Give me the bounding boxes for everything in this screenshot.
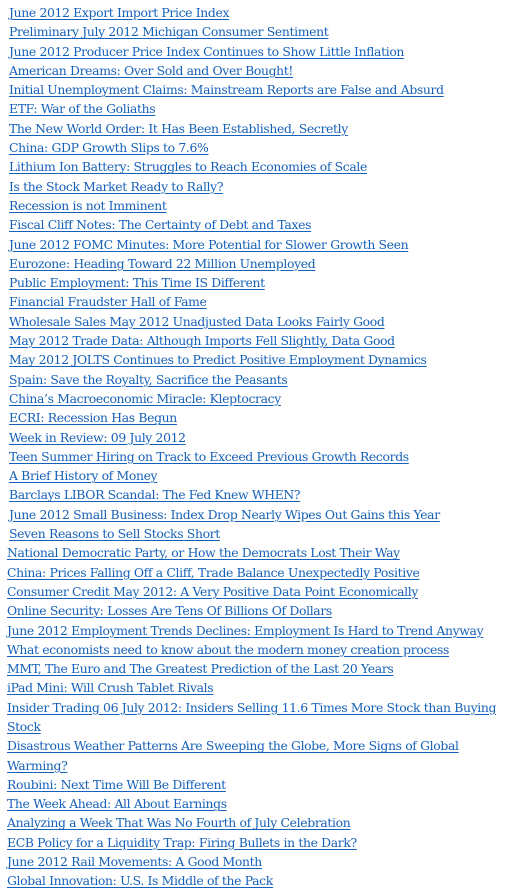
article-link[interactable]: June 2012 FOMC Minutes: More Potential f… — [9, 237, 409, 252]
list-item: ETF: War of the Goliaths — [0, 99, 515, 118]
article-link[interactable]: Teen Summer Hiring on Track to Exceed Pr… — [9, 449, 409, 464]
article-link[interactable]: Is the Stock Market Ready to Rally? — [9, 179, 223, 194]
list-item: American Dreams: Over Sold and Over Boug… — [0, 61, 515, 80]
list-item: Consumer Credit May 2012: A Very Positiv… — [0, 582, 515, 601]
list-item: Teen Summer Hiring on Track to Exceed Pr… — [0, 447, 515, 466]
list-item: ECRI: Recession Has Begun — [0, 408, 515, 427]
article-link[interactable]: China’s Macroeconomic Miracle: Kleptocra… — [9, 391, 281, 406]
list-item: Financial Fraudster Hall of Fame — [0, 292, 515, 311]
article-link[interactable]: Week in Review: 09 July 2012 — [9, 430, 186, 445]
list-item: Global Innovation: U.S. Is Middle of the… — [0, 871, 515, 890]
article-link[interactable]: June 2012 Export Import Price Index — [9, 5, 229, 20]
article-link[interactable]: Disastrous Weather Patterns Are Sweeping… — [7, 738, 459, 772]
list-item: Seven Reasons to Sell Stocks Short — [0, 524, 515, 543]
list-item: National Democratic Party, or How the De… — [0, 543, 515, 562]
article-link[interactable]: ECB Policy for a Liquidity Trap: Firing … — [7, 835, 357, 850]
list-item: China: Prices Falling Off a Cliff, Trade… — [0, 563, 515, 582]
list-item: Eurozone: Heading Toward 22 Million Unem… — [0, 254, 515, 273]
list-item: Online Security: Losses Are Tens Of Bill… — [0, 601, 515, 620]
list-item: China: GDP Growth Slips to 7.6% — [0, 138, 515, 157]
list-item: Spain: Save the Royalty, Sacrifice the P… — [0, 370, 515, 389]
list-item: Preliminary July 2012 Michigan Consumer … — [0, 22, 515, 41]
article-link[interactable]: June 2012 Producer Price Index Continues… — [9, 44, 404, 59]
article-link[interactable]: Fiscal Cliff Notes: The Certainty of Deb… — [9, 217, 311, 232]
article-link[interactable]: A Brief History of Money — [9, 468, 158, 483]
article-link[interactable]: Insider Trading 06 July 2012: Insiders S… — [7, 700, 496, 734]
list-item: Public Employment: This Time IS Differen… — [0, 273, 515, 292]
list-item: Insider Trading 06 July 2012: Insiders S… — [0, 698, 515, 737]
article-link[interactable]: Financial Fraudster Hall of Fame — [9, 294, 207, 309]
list-item: China’s Macroeconomic Miracle: Kleptocra… — [0, 389, 515, 408]
article-link[interactable]: June 2012 Small Business: Index Drop Nea… — [9, 507, 440, 522]
list-item: ECB Policy for a Liquidity Trap: Firing … — [0, 833, 515, 852]
article-link[interactable]: Wholesale Sales May 2012 Unadjusted Data… — [9, 314, 385, 329]
article-link[interactable]: MMT, The Euro and The Greatest Predictio… — [7, 661, 394, 676]
list-item: Is the Stock Market Ready to Rally? — [0, 177, 515, 196]
article-link[interactable]: May 2012 JOLTS Continues to Predict Posi… — [9, 352, 427, 367]
article-link[interactable]: Spain: Save the Royalty, Sacrifice the P… — [9, 372, 288, 387]
list-item: MMT, The Euro and The Greatest Predictio… — [0, 659, 515, 678]
article-link[interactable]: Recession is not Imminent — [9, 198, 167, 213]
article-link[interactable]: The New World Order: It Has Been Establi… — [9, 121, 348, 136]
article-link-list: June 2012 Export Import Price Index Prel… — [0, 3, 515, 891]
list-item: June 2012 Rail Movements: A Good Month — [0, 852, 515, 871]
article-link[interactable]: iPad Mini: Will Crush Tablet Rivals — [7, 680, 214, 695]
list-item: June 2012 Employment Trends Declines: Em… — [0, 621, 515, 640]
list-item: May 2012 JOLTS Continues to Predict Posi… — [0, 350, 515, 369]
article-link[interactable]: China: Prices Falling Off a Cliff, Trade… — [7, 565, 420, 580]
article-link[interactable]: Roubini: Next Time Will Be Different — [7, 777, 226, 792]
list-item: Disastrous Weather Patterns Are Sweeping… — [0, 736, 515, 775]
list-item: June 2012 Export Import Price Index — [0, 3, 515, 22]
list-item: What economists need to know about the m… — [0, 640, 515, 659]
list-item: The New World Order: It Has Been Establi… — [0, 119, 515, 138]
article-link[interactable]: Lithium Ion Battery: Struggles to Reach … — [9, 159, 367, 174]
article-link[interactable]: June 2012 Rail Movements: A Good Month — [7, 854, 262, 869]
list-item: June 2012 Producer Price Index Continues… — [0, 42, 515, 61]
article-link[interactable]: Preliminary July 2012 Michigan Consumer … — [9, 24, 329, 39]
article-link[interactable]: Initial Unemployment Claims: Mainstream … — [9, 82, 444, 97]
article-link[interactable]: May 2012 Trade Data: Although Imports Fe… — [9, 333, 395, 348]
article-link[interactable]: American Dreams: Over Sold and Over Boug… — [9, 63, 293, 78]
article-link[interactable]: Barclays LIBOR Scandal: The Fed Knew WHE… — [9, 487, 301, 502]
article-link[interactable]: June 2012 Employment Trends Declines: Em… — [7, 623, 484, 638]
article-link[interactable]: ETF: War of the Goliaths — [9, 101, 156, 116]
article-link[interactable]: Public Employment: This Time IS Differen… — [9, 275, 265, 290]
list-item: Week in Review: 09 July 2012 — [0, 428, 515, 447]
article-link[interactable]: China: GDP Growth Slips to 7.6% — [9, 140, 209, 155]
article-link[interactable]: Online Security: Losses Are Tens Of Bill… — [7, 603, 332, 618]
article-link[interactable]: Global Innovation: U.S. Is Middle of the… — [7, 873, 273, 888]
list-item: A Brief History of Money — [0, 466, 515, 485]
list-item: June 2012 Small Business: Index Drop Nea… — [0, 505, 515, 524]
article-link[interactable]: Eurozone: Heading Toward 22 Million Unem… — [9, 256, 316, 271]
list-item: Roubini: Next Time Will Be Different — [0, 775, 515, 794]
article-link[interactable]: Seven Reasons to Sell Stocks Short — [9, 526, 220, 541]
list-item: iPad Mini: Will Crush Tablet Rivals — [0, 678, 515, 697]
list-item: May 2012 Trade Data: Although Imports Fe… — [0, 331, 515, 350]
article-link[interactable]: The Week Ahead: All About Earnings — [7, 796, 227, 811]
list-item: Fiscal Cliff Notes: The Certainty of Deb… — [0, 215, 515, 234]
list-item: Lithium Ion Battery: Struggles to Reach … — [0, 157, 515, 176]
list-item: Analyzing a Week That Was No Fourth of J… — [0, 813, 515, 832]
article-link[interactable]: Consumer Credit May 2012: A Very Positiv… — [7, 584, 418, 599]
article-link[interactable]: ECRI: Recession Has Begun — [9, 410, 177, 425]
list-item: Wholesale Sales May 2012 Unadjusted Data… — [0, 312, 515, 331]
list-item: June 2012 FOMC Minutes: More Potential f… — [0, 235, 515, 254]
list-item: Recession is not Imminent — [0, 196, 515, 215]
article-link[interactable]: National Democratic Party, or How the De… — [7, 545, 400, 560]
article-link[interactable]: Analyzing a Week That Was No Fourth of J… — [7, 815, 351, 830]
article-link[interactable]: What economists need to know about the m… — [7, 642, 449, 657]
list-item: The Week Ahead: All About Earnings — [0, 794, 515, 813]
list-item: Barclays LIBOR Scandal: The Fed Knew WHE… — [0, 485, 515, 504]
list-item: Initial Unemployment Claims: Mainstream … — [0, 80, 515, 99]
